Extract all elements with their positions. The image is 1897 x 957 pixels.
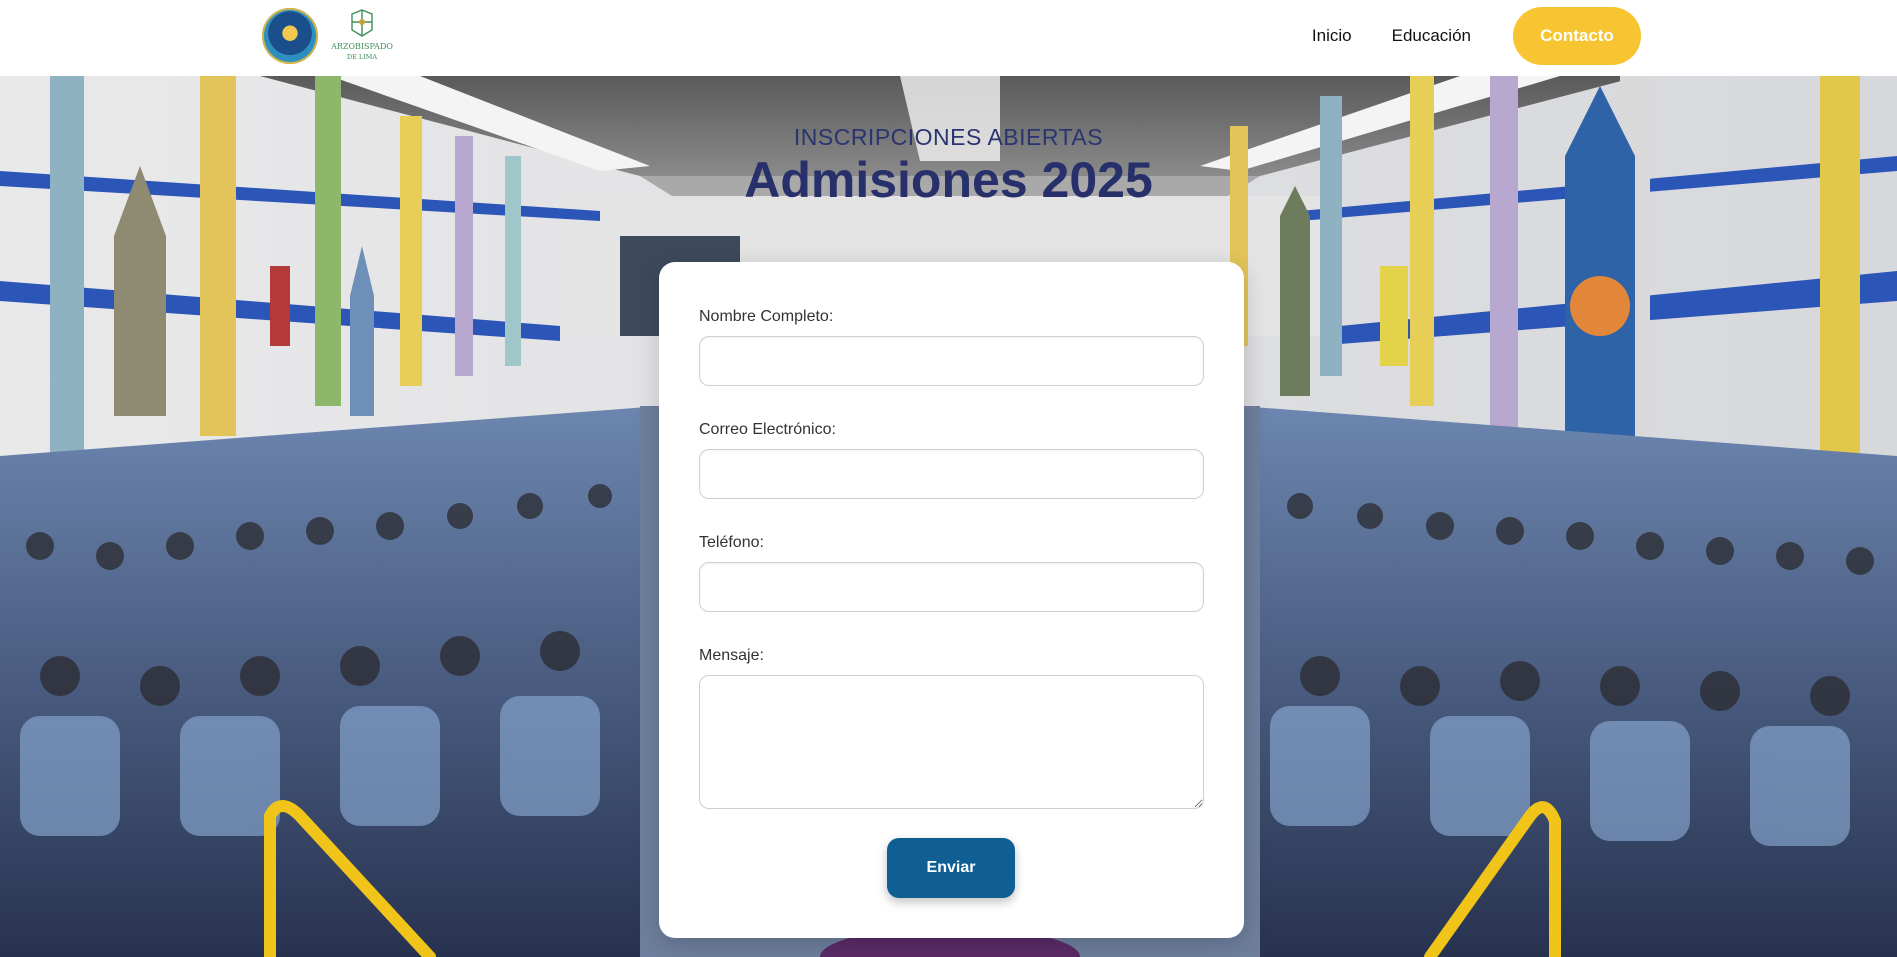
- school-crest-icon[interactable]: [262, 8, 318, 64]
- enviar-button[interactable]: Enviar: [887, 838, 1015, 898]
- admission-form: Nombre Completo: Correo Electrónico: Tel…: [659, 262, 1244, 938]
- hero-title: Admisiones 2025: [744, 152, 1153, 208]
- archdiocese-logo-line2: DE LIMA: [347, 53, 378, 61]
- hero-section: INSCRIPCIONES ABIERTAS Admisiones 2025 N…: [0, 76, 1897, 957]
- archdiocese-logo-line1: ARZOBISPADO: [330, 42, 393, 51]
- nav-educacion[interactable]: Educación: [1372, 26, 1491, 46]
- main-nav: Inicio Educación Contacto: [1292, 7, 1641, 65]
- correo-input[interactable]: [699, 449, 1204, 499]
- contacto-button[interactable]: Contacto: [1513, 7, 1641, 65]
- nav-inicio[interactable]: Inicio: [1292, 26, 1372, 46]
- hero-subtitle: INSCRIPCIONES ABIERTAS: [793, 124, 1104, 150]
- nombre-label: Nombre Completo:: [699, 308, 834, 325]
- mensaje-textarea[interactable]: [699, 675, 1204, 809]
- nombre-input[interactable]: [699, 336, 1204, 386]
- correo-label: Correo Electrónico:: [699, 421, 836, 438]
- site-header: ARZOBISPADO DE LIMA Inicio Educación Con…: [0, 0, 1897, 76]
- telefono-label: Teléfono:: [699, 534, 764, 551]
- archdiocese-logo[interactable]: ARZOBISPADO DE LIMA: [330, 8, 394, 64]
- telefono-input[interactable]: [699, 562, 1204, 612]
- mensaje-label: Mensaje:: [699, 647, 764, 664]
